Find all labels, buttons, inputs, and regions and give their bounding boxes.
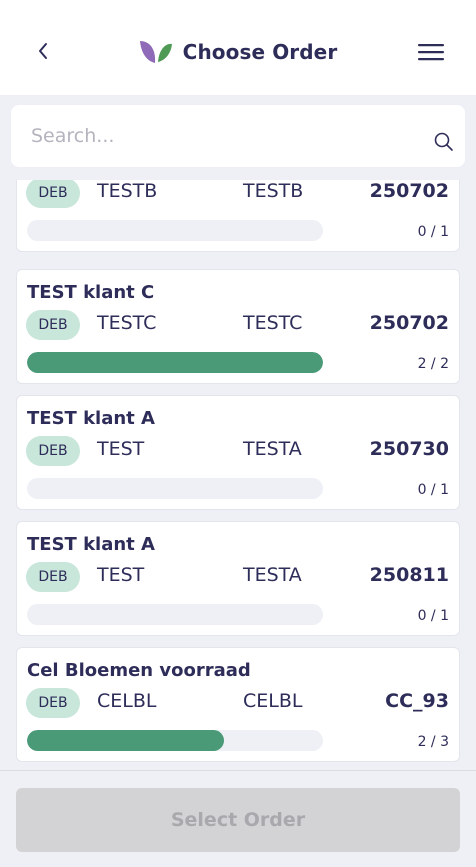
order-type-badge: DEB xyxy=(26,688,80,718)
order-progress-bar xyxy=(27,220,323,241)
order-progress-bar xyxy=(27,478,323,499)
search-icon[interactable] xyxy=(433,131,455,153)
order-number: 250702 xyxy=(369,180,449,202)
order-debtor-code: TEST xyxy=(97,438,145,460)
hamburger-menu-icon xyxy=(418,44,444,61)
order-progress-bar xyxy=(27,604,323,625)
order-type-badge: DEB xyxy=(26,562,80,592)
order-client-code: CELBL xyxy=(243,690,303,712)
order-card[interactable]: TEST klant C DEB TESTC TESTC 250702 2 / … xyxy=(16,269,460,384)
footer-bar: Select Order xyxy=(0,770,476,867)
leaf-logo-icon xyxy=(139,41,172,63)
order-client-code: TESTB xyxy=(243,180,304,202)
order-number: 250811 xyxy=(369,564,449,586)
app-header: Choose Order xyxy=(0,0,476,95)
order-type-badge: DEB xyxy=(26,436,80,466)
order-type-badge: DEB xyxy=(26,180,80,208)
order-customer-name: Cel Bloemen voorraad xyxy=(27,660,251,681)
page-title: Choose Order xyxy=(182,40,338,64)
order-debtor-code: CELBL xyxy=(97,690,157,712)
order-card[interactable]: TEST klant A DEB TEST TESTA 250730 0 / 1 xyxy=(16,395,460,510)
order-debtor-code: TESTB xyxy=(97,180,158,202)
order-type-badge: DEB xyxy=(26,310,80,340)
order-client-code: TESTC xyxy=(243,312,303,334)
order-progress-bar xyxy=(27,352,323,373)
order-number: CC_93 xyxy=(385,690,449,712)
order-progress-bar xyxy=(27,730,323,751)
header-title-group: Choose Order xyxy=(0,36,476,68)
order-item-count: 2 / 2 xyxy=(417,356,449,372)
order-item-count: 0 / 1 xyxy=(417,224,449,240)
menu-button[interactable] xyxy=(416,40,446,64)
order-number: 250730 xyxy=(369,438,449,460)
order-item-count: 2 / 3 xyxy=(417,734,449,750)
order-progress-fill xyxy=(27,352,323,373)
order-card[interactable]: DEB TESTB TESTB 250702 0 / 1 xyxy=(16,180,460,252)
order-customer-name: TEST klant A xyxy=(27,534,155,555)
order-progress-fill xyxy=(27,730,225,751)
select-order-button[interactable]: Select Order xyxy=(16,788,460,852)
order-debtor-code: TEST xyxy=(97,564,145,586)
order-debtor-code: TESTC xyxy=(97,312,157,334)
order-item-count: 0 / 1 xyxy=(417,482,449,498)
order-client-code: TESTA xyxy=(243,438,302,460)
order-customer-name: TEST klant C xyxy=(27,282,155,303)
order-customer-name: TEST klant A xyxy=(27,408,155,429)
order-number: 250702 xyxy=(369,312,449,334)
search-box xyxy=(11,105,465,167)
search-input[interactable] xyxy=(31,105,411,167)
order-card[interactable]: TEST klant A DEB TEST TESTA 250811 0 / 1 xyxy=(16,521,460,636)
order-item-count: 0 / 1 xyxy=(417,608,449,624)
order-list[interactable]: DEB TESTB TESTB 250702 0 / 1 TEST klant … xyxy=(0,180,476,770)
order-card[interactable]: Cel Bloemen voorraad DEB CELBL CELBL CC_… xyxy=(16,647,460,762)
order-client-code: TESTA xyxy=(243,564,302,586)
